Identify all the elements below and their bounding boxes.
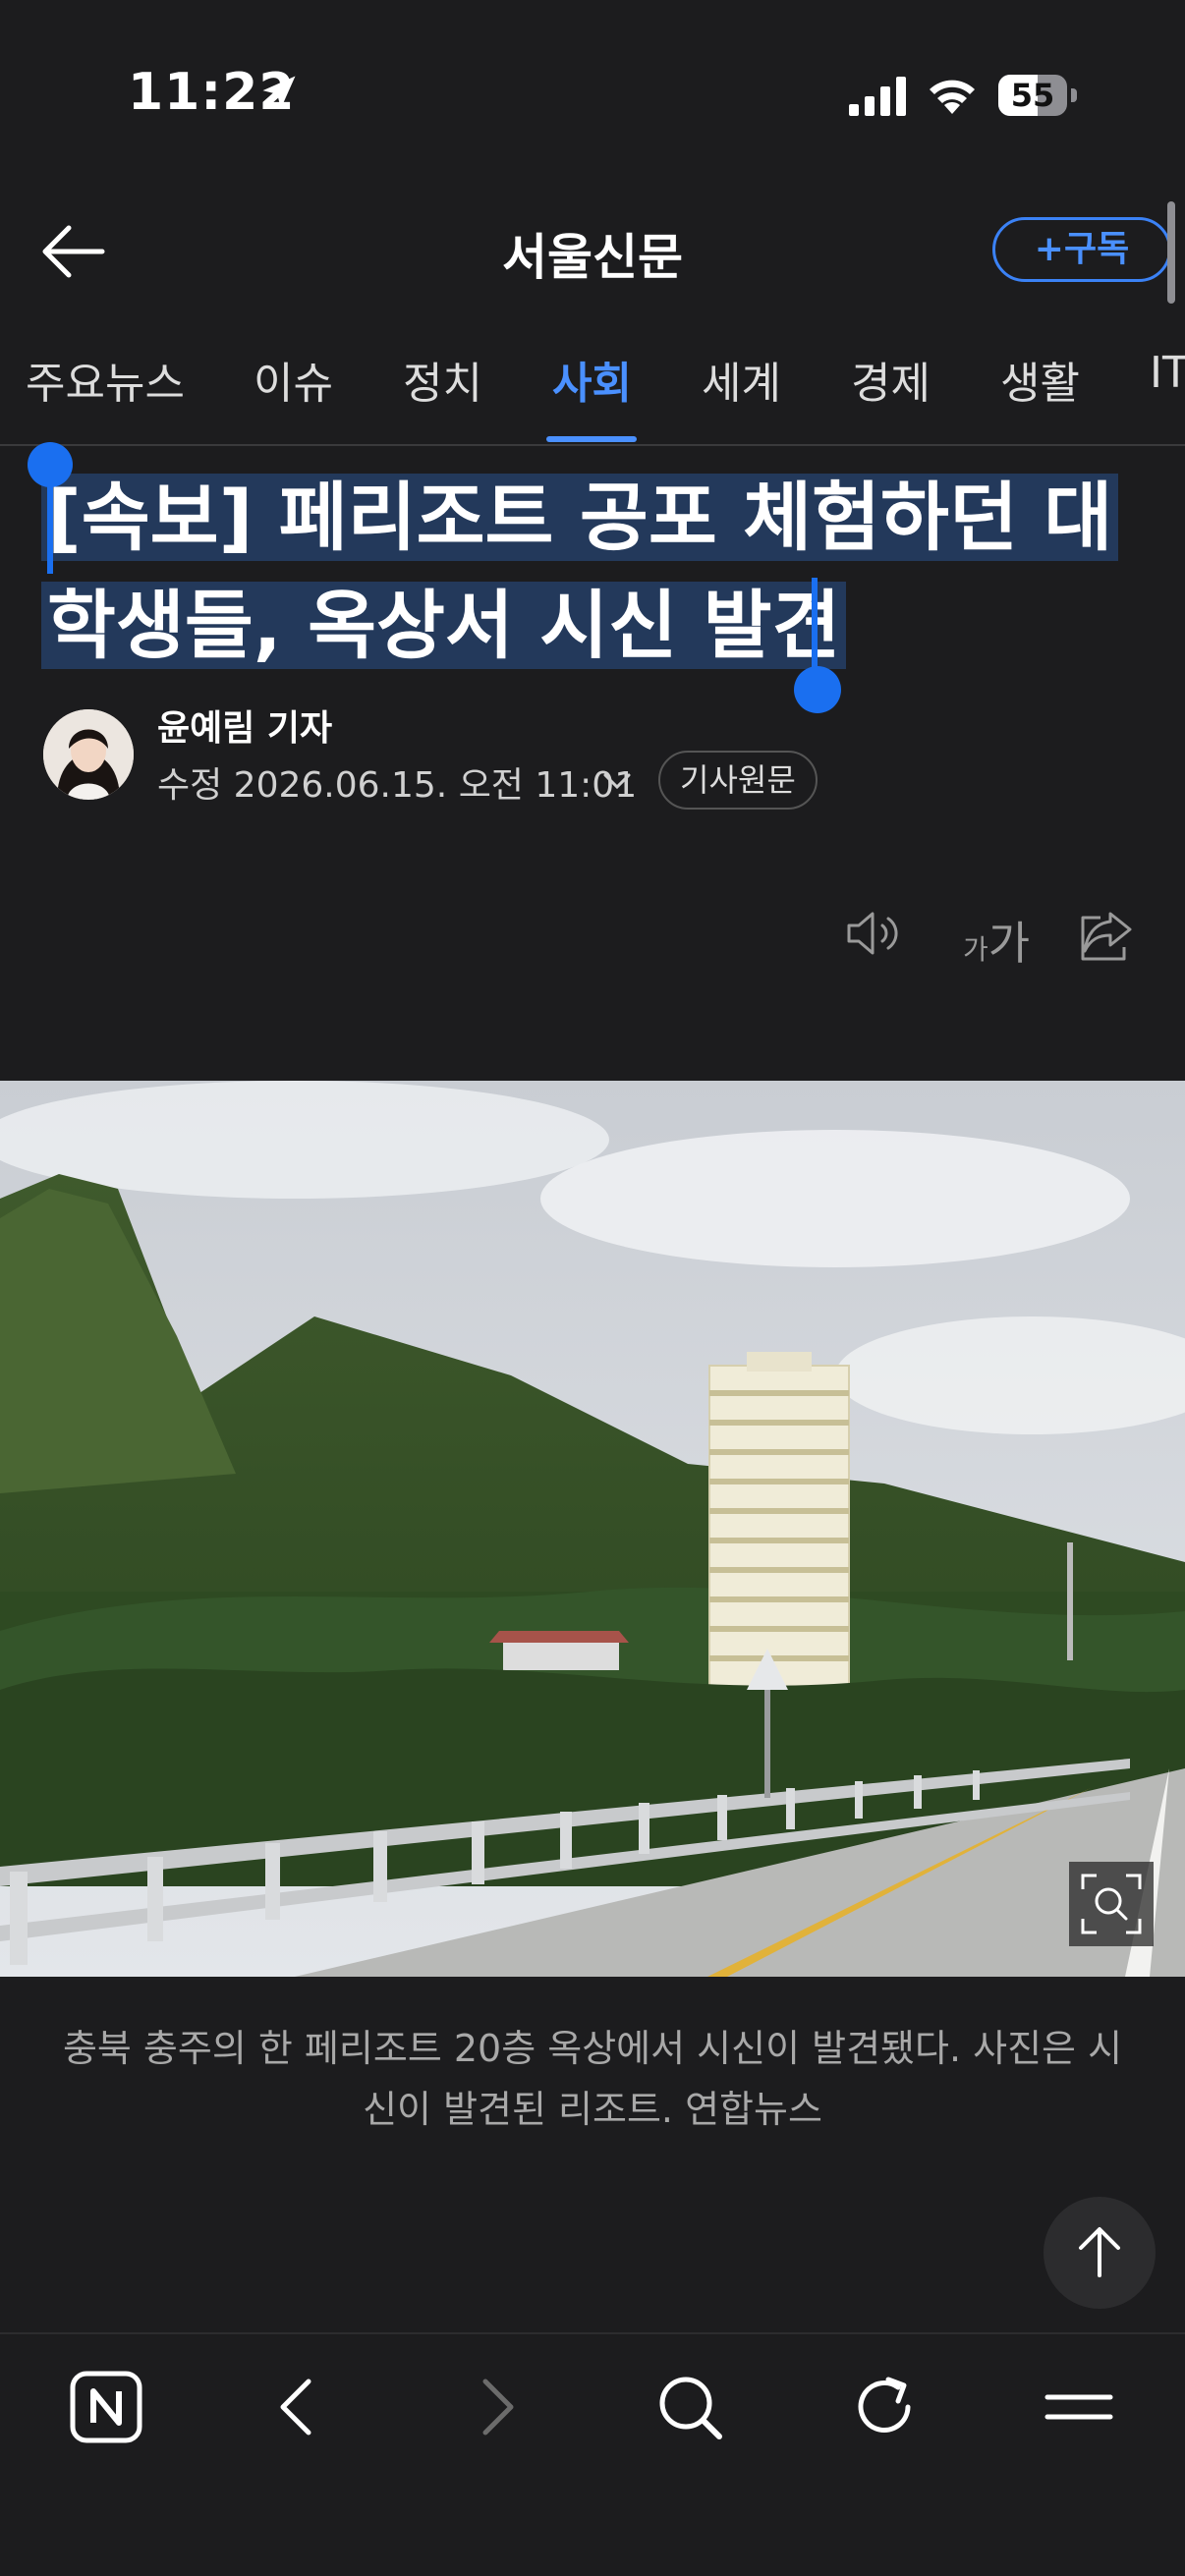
battery-indicator: 55 [998,75,1079,116]
tab-issue[interactable]: 이슈 [254,348,333,411]
forward-chevron-icon[interactable] [456,2368,535,2446]
tab-life[interactable]: 생활 [1000,348,1080,411]
headline-line-2: 학생들, 옥상서 시신 발견 [41,582,847,669]
divider [0,444,1185,446]
font-size-large-label: 가 [988,917,1031,970]
reload-icon[interactable] [845,2368,924,2446]
tab-main-news[interactable]: 주요뉴스 [26,348,185,411]
selection-end-line [812,578,818,680]
original-article-link[interactable]: 기사원문 [658,751,818,810]
tab-world[interactable]: 세계 [702,348,781,411]
tab-economy[interactable]: 경제 [851,348,931,411]
tab-politics[interactable]: 정치 [403,348,482,411]
subscribe-button[interactable]: +구독 [992,217,1171,282]
back-chevron-icon[interactable] [259,2368,338,2446]
selection-end-handle[interactable] [794,666,841,713]
scroll-indicator [1167,201,1175,304]
modified-date[interactable]: 수정 2026.06.15. 오전 11:01 [157,756,637,808]
naver-n-icon[interactable] [67,2368,145,2446]
reporter-name[interactable]: 윤예림 기자 [157,700,332,751]
article-headline[interactable]: [속보] 페리조트 공포 체험하던 대 학생들, 옥상서 시신 발견 [41,464,1142,680]
menu-icon[interactable] [1040,2368,1118,2446]
search-icon[interactable] [650,2368,729,2446]
browser-toolbar [0,2334,1185,2576]
font-size-small-label: 가 [963,933,988,966]
tab-it[interactable]: IT [1150,348,1185,398]
speaker-icon[interactable] [843,906,904,961]
category-tabs: 주요뉴스 이슈 정치 사회 세계 경제 생활 IT [0,348,1185,446]
tab-society[interactable]: 사회 [552,348,632,411]
location-arrow-icon [262,76,296,109]
arrow-up-icon [1079,2227,1120,2277]
reporter-avatar[interactable] [43,709,134,800]
headline-line-1: [속보] 페리조트 공포 체험하던 대 [41,474,1119,561]
cellular-signal-icon [849,77,906,116]
photo-caption: 충북 충주의 한 페리조트 20층 옥상에서 시신이 발견됐다. 사진은 시신이… [62,2027,1123,2131]
zoom-search-icon [1081,1874,1142,1934]
chevron-down-icon[interactable] [599,766,635,796]
selection-start-handle[interactable] [28,442,73,487]
font-size-button[interactable]: 가가 [963,908,1030,973]
wifi-icon [930,80,975,114]
image-zoom-button[interactable] [1069,1862,1154,1946]
scroll-to-top-button[interactable] [1044,2197,1156,2309]
article-photo[interactable] [0,1081,1185,1977]
active-tab-indicator [546,436,637,442]
share-icon[interactable] [1077,908,1136,963]
battery-level: 55 [1010,77,1055,114]
